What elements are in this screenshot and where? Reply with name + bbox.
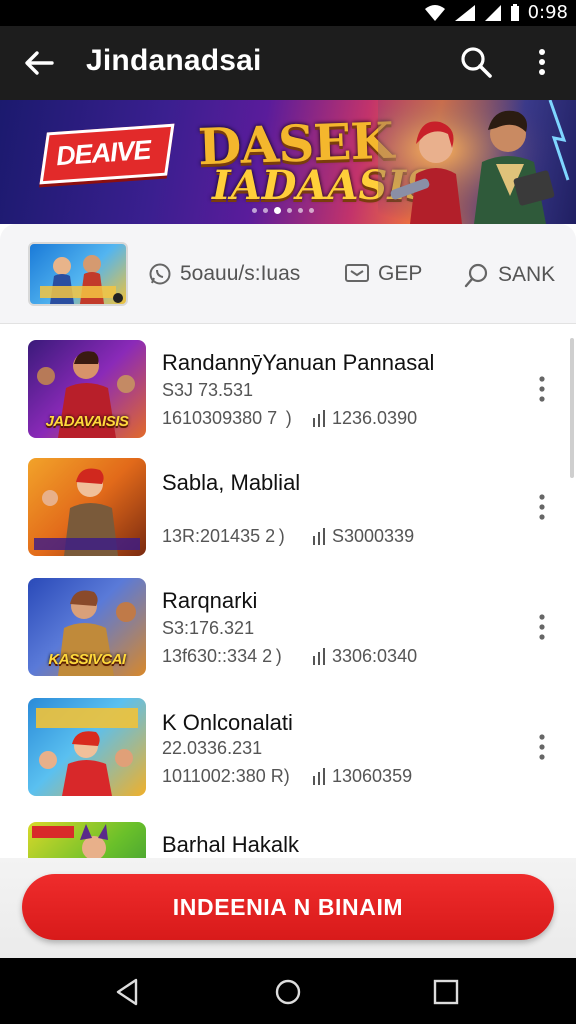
game-meta-2: S3000339 <box>332 526 415 546</box>
more-vert-icon[interactable] <box>534 612 550 642</box>
nav-home-icon[interactable] <box>272 976 304 1008</box>
tab-sank[interactable]: SANK <box>464 262 555 288</box>
thumb-caption: JADAVAISIS <box>45 413 129 430</box>
signal-bars-icon <box>313 768 325 785</box>
whatsapp-icon <box>149 263 171 285</box>
game-subtitle: S3:176.321 <box>162 618 255 638</box>
game-meta-2: 1236.0390 <box>332 408 418 428</box>
search-icon[interactable] <box>458 44 494 80</box>
status-bar: 0:98 <box>0 0 576 26</box>
signal-icon-2 <box>484 4 501 21</box>
game-meta-2: 3306:0340 <box>332 646 418 666</box>
signal-bars-icon <box>313 648 325 665</box>
list-item[interactable]: Barhal Hakalk <box>0 812 576 858</box>
wifi-icon <box>424 4 445 21</box>
game-meta-2: 13060359 <box>332 766 413 786</box>
banner-flag-text: DEAIVE <box>55 134 152 172</box>
tab-sank-label: SANK <box>498 263 556 286</box>
game-meta: 13R:201435 2 ) <box>162 526 285 546</box>
back-arrow-icon[interactable] <box>22 46 56 80</box>
banner-characters-image <box>378 100 576 224</box>
game-title: Sabla, Mablial <box>162 470 301 495</box>
status-time: 0:98 <box>527 2 568 23</box>
tab-game-thumbnail[interactable] <box>28 242 128 306</box>
thumb-caption: KASSIVCAI <box>48 651 126 668</box>
list-item[interactable]: JADAVAISIS RandannȳYanuan Pannasal S3J … <box>0 334 576 452</box>
list-item[interactable]: K Onlconalati 22.0336.231 1011002:380 R)… <box>0 692 576 810</box>
promo-banner[interactable]: DEAIVE DASEK IADAASIS <box>0 100 576 224</box>
banner-page-indicator <box>252 207 314 214</box>
search-icon <box>464 263 488 288</box>
game-title: Barhal Hakalk <box>162 832 299 857</box>
tab-whatsapp-label: 5oauu/s:Iuas <box>180 262 301 285</box>
game-subtitle: 22.0336.231 <box>162 738 263 758</box>
nav-recents-icon[interactable] <box>430 976 462 1008</box>
game-title: RandannȳYanuan Pannasal <box>162 350 435 375</box>
nav-back-icon[interactable] <box>112 976 144 1008</box>
list-item[interactable]: KASSIVCAI Rarqnarki S3:176.321 13f630::3… <box>0 572 576 690</box>
signal-icon <box>454 4 475 21</box>
game-thumbnail <box>28 458 146 556</box>
tab-gep[interactable]: GEP <box>344 262 422 286</box>
game-title: K Onlconalati <box>162 710 293 735</box>
signal-bars-icon <box>313 528 325 545</box>
tab-whatsapp[interactable]: 5oauu/s:Iuas <box>148 262 300 286</box>
message-icon <box>345 264 369 282</box>
page-title: Jindanadsai <box>86 44 262 77</box>
game-thumbnail <box>28 698 146 796</box>
game-meta: 1011002:380 R) <box>162 766 290 786</box>
game-thumbnail: KASSIVCAI <box>28 578 146 676</box>
game-title: Rarqnarki <box>162 588 258 613</box>
app-bar: Jindanadsai <box>0 26 576 100</box>
tab-gep-label: GEP <box>378 262 423 285</box>
game-thumbnail <box>28 822 146 858</box>
game-meta: 1610309380 7 ) <box>162 408 292 428</box>
game-subtitle: S3J 73.531 <box>162 380 254 400</box>
list-item[interactable]: Sabla, Mablial 13R:201435 2 ) S3000339 <box>0 452 576 570</box>
game-thumbnail: JADAVAISIS <box>28 340 146 438</box>
more-vert-icon[interactable] <box>534 374 550 404</box>
more-vert-icon[interactable] <box>528 44 556 80</box>
system-nav-bar <box>0 958 576 1024</box>
primary-cta-button[interactable]: INDEENIA N BINAIM <box>22 874 554 940</box>
more-vert-icon[interactable] <box>534 732 550 762</box>
game-meta: 13f630::334 2 ) <box>162 646 282 666</box>
more-vert-icon[interactable] <box>534 492 550 522</box>
battery-icon <box>510 3 519 21</box>
signal-bars-icon <box>313 410 325 427</box>
